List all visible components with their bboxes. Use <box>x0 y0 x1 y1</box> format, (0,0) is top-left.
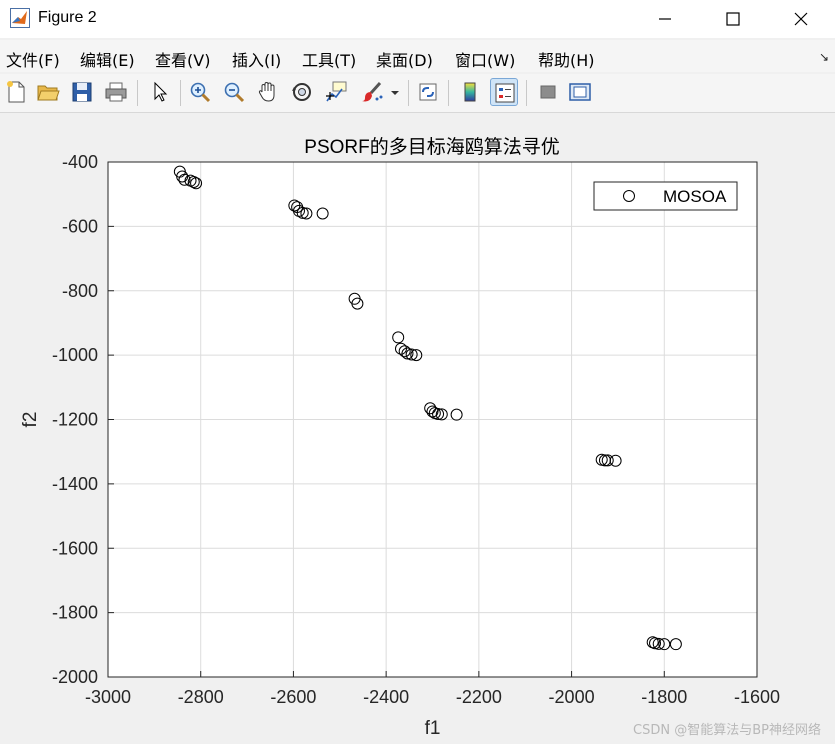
select-pointer-icon <box>154 81 168 102</box>
legend-entry-label: MOSOA <box>663 187 727 206</box>
toolbar-separator <box>408 80 409 106</box>
toolbar-separator <box>526 80 527 106</box>
rotate-3d-icon <box>292 83 311 101</box>
dock-arrow-icon[interactable]: ↘ <box>819 50 829 64</box>
select-pointer-button[interactable] <box>146 78 174 106</box>
minimize-icon <box>659 18 671 20</box>
maximize-icon <box>726 12 740 26</box>
maximize-button[interactable] <box>699 0 767 38</box>
zoom-out-icon <box>224 82 245 103</box>
figure-toolbar <box>0 74 835 113</box>
menu-view[interactable]: 查看(V) <box>155 47 210 71</box>
menu-tools[interactable]: 工具(T) <box>302 47 356 71</box>
hide-plot-tools-icon <box>540 85 556 99</box>
print-icon <box>105 82 127 102</box>
toolbar-separator <box>448 80 449 106</box>
show-plot-tools-button[interactable] <box>566 78 594 106</box>
menu-window[interactable]: 窗口(W) <box>455 47 515 71</box>
y-tick-label: -1800 <box>52 603 98 623</box>
zoom-in-icon <box>190 82 211 103</box>
colorbar-button[interactable] <box>456 78 484 106</box>
brush-icon <box>362 81 383 102</box>
chart-title: PSORF的多目标海鸥算法寻优 <box>304 136 559 158</box>
y-tick-label: -400 <box>62 152 98 172</box>
y-tick-label: -2000 <box>52 667 98 687</box>
open-file-icon <box>37 85 60 101</box>
legend-button[interactable] <box>490 78 518 106</box>
y-tick-label: -800 <box>62 281 98 301</box>
window-titlebar: Figure 2 <box>0 0 835 38</box>
chevron-down-icon <box>391 91 399 95</box>
x-tick-label: -2000 <box>549 687 595 707</box>
toolbar-separator <box>137 80 138 106</box>
matlab-app-icon <box>10 8 30 28</box>
x-tick-label: -2800 <box>178 687 224 707</box>
brush-button[interactable] <box>358 78 386 106</box>
save-icon <box>72 82 92 102</box>
y-tick-label: -600 <box>62 216 98 236</box>
legend-icon <box>495 83 515 103</box>
menu-help[interactable]: 帮助(H) <box>538 47 595 71</box>
link-plot-button[interactable] <box>414 78 442 106</box>
y-tick-label: -1400 <box>52 474 98 494</box>
hide-plot-tools-button[interactable] <box>534 78 562 106</box>
legend[interactable]: MOSOA <box>593 181 738 211</box>
close-button[interactable] <box>767 0 835 38</box>
close-icon <box>794 12 808 26</box>
new-figure-button[interactable] <box>2 78 30 106</box>
menu-edit[interactable]: 编辑(E) <box>80 47 135 71</box>
zoom-out-button[interactable] <box>220 78 248 106</box>
y-axis-label: f2 <box>20 412 41 428</box>
new-figure-icon <box>7 81 25 103</box>
x-tick-label: -3000 <box>85 687 131 707</box>
colorbar-icon <box>464 82 476 102</box>
pan-hand-icon <box>258 81 275 102</box>
menu-bar: 文件(F) 编辑(E) 查看(V) 插入(I) 工具(T) 桌面(D) 窗口(W… <box>0 40 835 72</box>
pan-button[interactable] <box>254 78 282 106</box>
figure-canvas: PSORF的多目标海鸥算法寻优 -3000 -2800 -2600 -2400 -220… <box>0 113 835 744</box>
x-tick-label: -2400 <box>363 687 409 707</box>
data-cursor-button[interactable] <box>322 78 350 106</box>
minimize-button[interactable] <box>631 0 699 38</box>
x-axis-label: f1 <box>425 718 441 739</box>
x-tick-label: -2600 <box>270 687 316 707</box>
menu-file[interactable]: 文件(F) <box>6 47 60 71</box>
scatter-chart[interactable]: PSORF的多目标海鸥算法寻优 -3000 -2800 -2600 -2400 -220… <box>0 113 835 744</box>
toolbar-separator <box>180 80 181 106</box>
y-tick-label: -1600 <box>52 538 98 558</box>
open-file-button[interactable] <box>34 78 62 106</box>
x-tick-label: -1800 <box>641 687 687 707</box>
data-cursor-icon <box>326 81 347 102</box>
zoom-in-button[interactable] <box>186 78 214 106</box>
link-plot-icon <box>419 83 437 101</box>
menu-insert[interactable]: 插入(I) <box>232 47 281 71</box>
watermark-text: CSDN @智能算法与BP神经网络 <box>633 723 821 738</box>
save-button[interactable] <box>68 78 96 106</box>
show-plot-tools-icon <box>569 83 591 101</box>
menu-desktop[interactable]: 桌面(D) <box>376 47 433 71</box>
window-title: Figure 2 <box>38 9 97 26</box>
y-tick-label: -1000 <box>52 345 98 365</box>
brush-dropdown-button[interactable] <box>388 78 402 106</box>
print-button[interactable] <box>102 78 130 106</box>
x-tick-label: -2200 <box>456 687 502 707</box>
y-tick-label: -1200 <box>52 410 98 430</box>
x-tick-label: -1600 <box>734 687 780 707</box>
rotate-3d-button[interactable] <box>288 78 316 106</box>
